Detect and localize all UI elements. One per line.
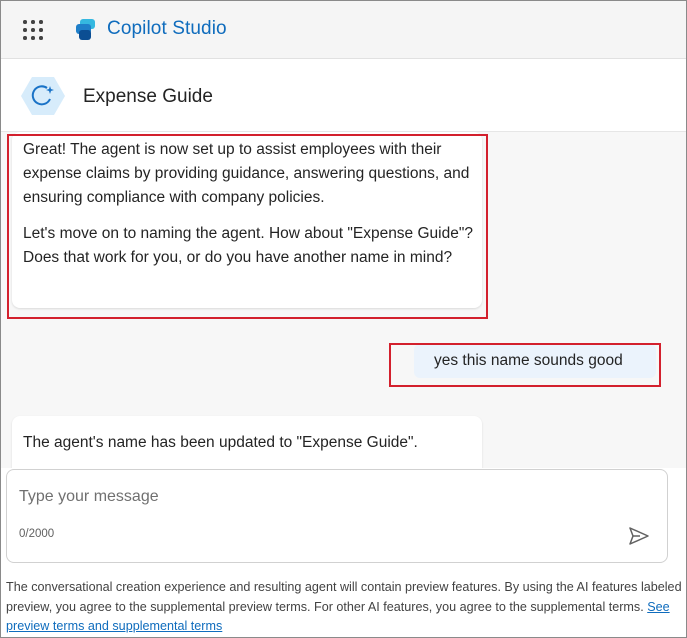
agent-avatar-icon <box>21 77 65 115</box>
chat-transcript[interactable]: Great! The agent is now set up to assist… <box>1 132 686 468</box>
app-title: Copilot Studio <box>107 18 227 39</box>
agent-header: Expense Guide <box>1 59 686 132</box>
waffle-icon[interactable] <box>23 20 43 40</box>
message-paragraph: Great! The agent is now set up to assist… <box>23 141 470 206</box>
send-icon[interactable] <box>627 524 651 548</box>
bot-message: The agent's name has been updated to "Ex… <box>12 416 482 468</box>
agent-title: Expense Guide <box>83 86 213 107</box>
user-message: yes this name sounds good <box>414 344 656 378</box>
message-paragraph: Let's move on to naming the agent. How a… <box>23 225 473 266</box>
message-paragraph: The agent's name has been updated to "Ex… <box>23 434 418 451</box>
disclaimer: The conversational creation experience a… <box>6 578 684 637</box>
top-bar: Copilot Studio <box>1 1 686 59</box>
message-input[interactable] <box>19 484 619 510</box>
message-composer: 0/2000 <box>6 469 668 563</box>
copilot-studio-logo <box>76 19 95 40</box>
bot-message: Great! The agent is now set up to assist… <box>12 132 482 308</box>
disclaimer-text: The conversational creation experience a… <box>6 580 682 614</box>
character-counter: 0/2000 <box>19 528 55 540</box>
